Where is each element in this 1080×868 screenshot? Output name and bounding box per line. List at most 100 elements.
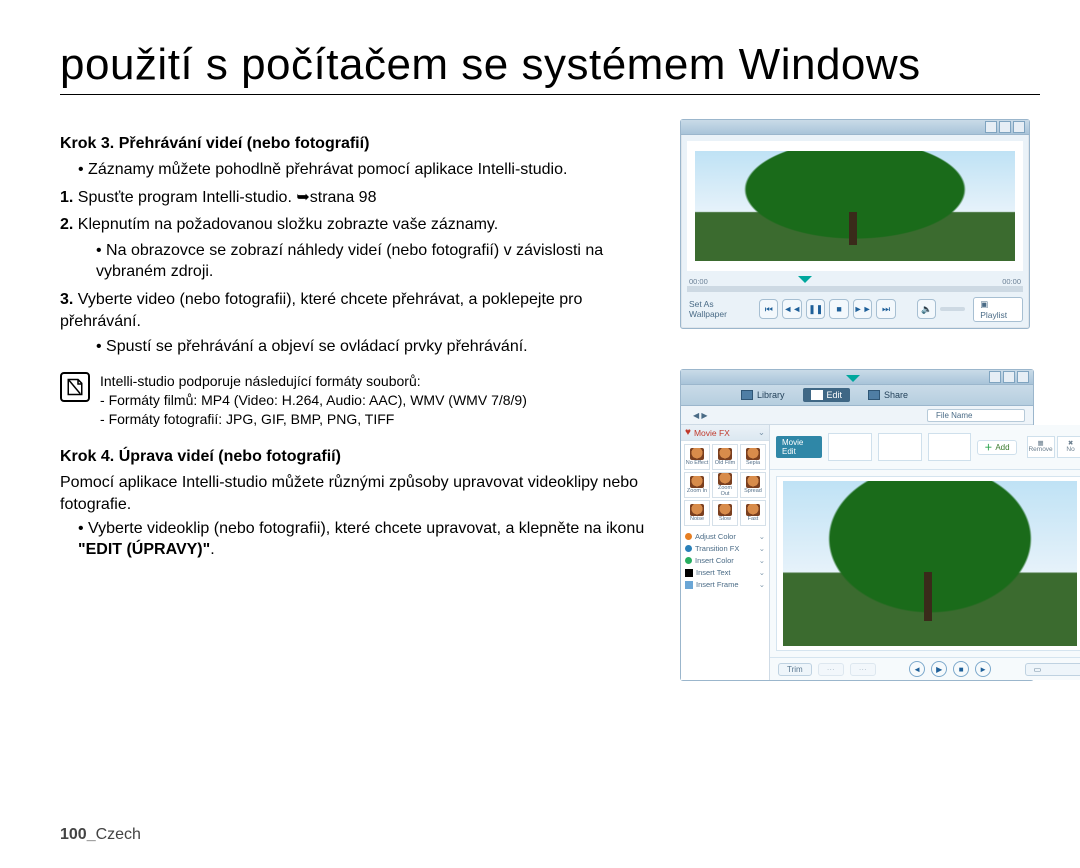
bullet-post: . [210, 541, 214, 558]
close-icon[interactable] [1017, 371, 1029, 383]
seek-bar[interactable] [687, 286, 1023, 292]
volume-slider[interactable] [940, 307, 965, 311]
moviefx-header[interactable]: ♥Movie FX⌄ [681, 425, 769, 441]
editor-tabbar: Library Edit Share [681, 385, 1033, 406]
export-button[interactable]: ▭ [1025, 663, 1080, 676]
bullet-pre: Vyberte videoklip (nebo fotografii), kte… [88, 520, 644, 537]
page-number: 100_ [60, 826, 96, 843]
color-dot-icon [685, 557, 692, 564]
fx-item[interactable]: Old Film [712, 444, 738, 470]
fx-item[interactable]: Slow [712, 500, 738, 526]
clip-slot[interactable] [928, 433, 972, 461]
list-num: 2. [60, 216, 73, 233]
filename-field[interactable]: File Name [927, 409, 1025, 422]
sidebar-item[interactable]: Transition FX⌄ [685, 544, 765, 553]
pause-button[interactable]: ❚❚ [806, 299, 825, 319]
list-sub: Na obrazovce se zobrazí náhledy videí (n… [96, 240, 660, 283]
page-language: Czech [96, 826, 141, 843]
minimize-icon[interactable] [985, 121, 997, 133]
editor-window: Library Edit Share ◀ ▶ File Name ♥Movie … [680, 369, 1034, 681]
movie-edit-chip: Movie Edit [776, 436, 822, 458]
maximize-icon[interactable] [1003, 371, 1015, 383]
prev-clip-button[interactable]: ◄ [909, 661, 925, 677]
forward-button[interactable]: ►► [853, 299, 873, 319]
editor-sidebar: ♥Movie FX⌄ No Effect Old Film Sepia Zoom… [681, 425, 770, 680]
clip-slot[interactable] [878, 433, 922, 461]
set-wallpaper-link[interactable]: Set As Wallpaper [687, 299, 751, 319]
page-ref: ➥strana 98 [296, 189, 376, 206]
fx-item[interactable]: No Effect [684, 444, 710, 470]
page-footer: 100_Czech [60, 826, 141, 844]
disabled-button: ··· [850, 663, 876, 676]
fx-item[interactable]: Zoom In [684, 472, 710, 498]
list-sub: Spustí se přehrávání a objeví se ovládac… [96, 336, 660, 358]
list-num: 3. [60, 291, 73, 308]
remove-button[interactable]: ▦Remove [1027, 436, 1055, 458]
rewind-button[interactable]: ◄◄ [782, 299, 802, 319]
note-line: Formáty filmů: MP4 (Video: H.264, Audio:… [100, 391, 527, 410]
clip-bar: Movie Edit ＋Add ▦Remove ✖No [770, 425, 1080, 470]
player-window: 00:00 00:00 Set As Wallpaper ⏮ ◄◄ ❚❚ ■ ►… [680, 119, 1030, 329]
note-line: Formáty fotografií: JPG, GIF, BMP, PNG, … [100, 410, 527, 429]
tab-library[interactable]: Library [741, 390, 785, 400]
player-titlebar [681, 120, 1029, 135]
stop-clip-button[interactable]: ■ [953, 661, 969, 677]
close-icon[interactable] [1013, 121, 1025, 133]
list-text: Spusťte program Intelli-studio. [78, 189, 297, 206]
share-icon [868, 390, 880, 400]
no-button[interactable]: ✖No [1057, 436, 1080, 458]
maximize-icon[interactable] [999, 121, 1011, 133]
stop-button[interactable]: ■ [829, 299, 848, 319]
fx-item[interactable]: Spread [740, 472, 766, 498]
trim-button[interactable]: Trim [778, 663, 812, 676]
tab-edit[interactable]: Edit [803, 388, 851, 402]
next-button[interactable]: ⏭ [876, 299, 895, 319]
sidebar-item[interactable]: Adjust Color⌄ [685, 532, 765, 541]
step3-list: 1. Spusťte program Intelli-studio. ➥stra… [60, 187, 660, 358]
disabled-button: ··· [818, 663, 844, 676]
screenshots-column: 00:00 00:00 Set As Wallpaper ⏮ ◄◄ ❚❚ ■ ►… [680, 119, 1040, 681]
fx-item[interactable]: Zoom Out [712, 472, 738, 498]
player-controls: Set As Wallpaper ⏮ ◄◄ ❚❚ ■ ►► ⏭ 🔈 ▣ Play… [687, 296, 1023, 322]
editor-bottombar: Trim ··· ··· ◄ ▶ ■ ► ▭ [770, 657, 1080, 680]
prev-button[interactable]: ⏮ [759, 299, 778, 319]
editor-main: Movie Edit ＋Add ▦Remove ✖No [770, 425, 1080, 680]
list-text: Vyberte video (nebo fotografii), které c… [60, 291, 582, 330]
next-clip-button[interactable]: ► [975, 661, 991, 677]
step3-intro: Záznamy můžete pohodlně přehrávat pomocí… [78, 159, 660, 181]
frame-icon [685, 581, 693, 589]
minimize-icon[interactable] [989, 371, 1001, 383]
library-icon [741, 390, 753, 400]
heart-icon: ♥ [685, 427, 691, 438]
note-line: Intelli-studio podporuje následující for… [100, 372, 527, 391]
fx-item[interactable]: Sepia [740, 444, 766, 470]
callout-marker-icon [846, 375, 860, 389]
tab-share[interactable]: Share [868, 390, 908, 400]
color-dot-icon [685, 533, 692, 540]
bullet-bold: "EDIT (ÚPRAVY)" [78, 541, 210, 558]
sidebar-item[interactable]: Insert Frame⌄ [685, 580, 765, 589]
fx-item[interactable]: Fast [740, 500, 766, 526]
page-title: použití s počítačem se systémem Windows [60, 40, 1040, 95]
time-elapsed: 00:00 [689, 277, 708, 286]
mute-button[interactable]: 🔈 [917, 299, 936, 319]
sidebar-item[interactable]: Insert Color⌄ [685, 556, 765, 565]
step4-para: Pomocí aplikace Intelli-studio můžete rů… [60, 472, 660, 515]
color-dot-icon [685, 545, 692, 552]
step3-heading: Krok 3. Přehrávání videí (nebo fotografi… [60, 135, 660, 153]
note-box: Intelli-studio podporuje následující for… [60, 372, 660, 429]
text-column: Krok 3. Přehrávání videí (nebo fotografi… [60, 119, 660, 681]
text-icon [685, 569, 693, 577]
fx-item[interactable]: Noise [684, 500, 710, 526]
clip-slot[interactable] [828, 433, 872, 461]
playlist-button[interactable]: ▣ Playlist [973, 297, 1023, 322]
add-button[interactable]: ＋Add [977, 440, 1016, 455]
step4-heading: Krok 4. Úprava videí (nebo fotografií) [60, 448, 660, 466]
edit-icon [811, 390, 823, 400]
player-canvas [687, 141, 1023, 271]
sample-image [695, 151, 1014, 262]
play-clip-button[interactable]: ▶ [931, 661, 947, 677]
sidebar-item[interactable]: Insert Text⌄ [685, 568, 765, 577]
step4-bullet: Vyberte videoklip (nebo fotografii), kte… [78, 518, 660, 561]
editor-preview [776, 476, 1080, 651]
